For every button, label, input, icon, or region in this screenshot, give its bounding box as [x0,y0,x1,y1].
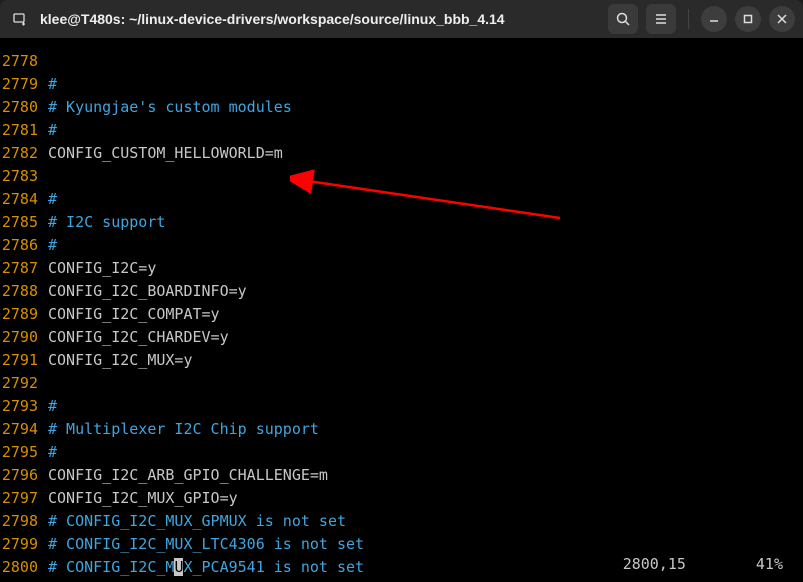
new-tab-icon [12,11,28,27]
line-number: 2796 [0,464,48,487]
line-number: 2800 [0,556,48,579]
line-content: # Multiplexer I2C Chip support [48,418,319,441]
new-tab-button[interactable] [8,7,32,31]
line-content: CONFIG_I2C_CHARDEV=y [48,326,229,349]
line-content: CONFIG_I2C_MUX=y [48,349,193,372]
line-content: # I2C support [48,211,165,234]
line-number: 2797 [0,487,48,510]
line-content: CONFIG_CUSTOM_HELLOWORLD=m [48,142,283,165]
code-line: 2782CONFIG_CUSTOM_HELLOWORLD=m [0,142,803,165]
separator [688,9,689,29]
line-number: 2783 [0,165,48,188]
line-number: 2792 [0,372,48,395]
code-line: 2792 [0,372,803,395]
code-line: 2779# [0,73,803,96]
code-line: 2783 [0,165,803,188]
minimize-button[interactable] [701,6,727,32]
line-number: 2791 [0,349,48,372]
line-number: 2778 [0,50,48,73]
close-icon [776,13,788,25]
line-number: 2794 [0,418,48,441]
code-line: 2797CONFIG_I2C_MUX_GPIO=y [0,487,803,510]
line-content: # CONFIG_I2C_MUX_LTC4306 is not set [48,533,364,556]
code-line: 2781# [0,119,803,142]
status-bar: 2800,15 41% [623,553,803,576]
close-button[interactable] [769,6,795,32]
code-line: 2795# [0,441,803,464]
title-bar: klee@T480s: ~/linux-device-drivers/works… [0,0,803,38]
search-button[interactable] [608,4,638,34]
maximize-icon [742,13,754,25]
line-content: CONFIG_I2C_MUX_GPIO=y [48,487,238,510]
line-content: CONFIG_I2C_ARB_GPIO_CHALLENGE=m [48,464,328,487]
line-content: # CONFIG_I2C_MUX_PCA9541 is not set [48,556,364,579]
line-content: # Kyungjae's custom modules [48,96,292,119]
editor-area[interactable]: 27782779#2780# Kyungjae's custom modules… [0,38,803,582]
menu-button[interactable] [646,4,676,34]
code-line: 2794# Multiplexer I2C Chip support [0,418,803,441]
code-line: 2780# Kyungjae's custom modules [0,96,803,119]
code-line: 2793# [0,395,803,418]
line-number: 2799 [0,533,48,556]
line-number: 2780 [0,96,48,119]
line-number: 2787 [0,257,48,280]
line-number: 2798 [0,510,48,533]
code-line: 2788CONFIG_I2C_BOARDINFO=y [0,280,803,303]
line-content: # CONFIG_I2C_MUX_GPMUX is not set [48,510,346,533]
minimize-icon [708,13,720,25]
line-content: CONFIG_I2C_COMPAT=y [48,303,220,326]
line-number: 2781 [0,119,48,142]
line-number: 2795 [0,441,48,464]
code-line: 2796CONFIG_I2C_ARB_GPIO_CHALLENGE=m [0,464,803,487]
line-content: # [48,234,57,257]
code-line: 2787CONFIG_I2C=y [0,257,803,280]
code-line: 2784# [0,188,803,211]
line-content: # [48,119,57,142]
search-icon [615,11,631,27]
code-line: 2785# I2C support [0,211,803,234]
window-title: klee@T480s: ~/linux-device-drivers/works… [40,11,505,27]
hamburger-icon [653,11,669,27]
code-line: 2798# CONFIG_I2C_MUX_GPMUX is not set [0,510,803,533]
line-content: # [48,395,57,418]
line-number: 2785 [0,211,48,234]
code-line: 2790CONFIG_I2C_CHARDEV=y [0,326,803,349]
line-number: 2782 [0,142,48,165]
cursor-position: 2800,15 [623,553,686,576]
code-line: 2791CONFIG_I2C_MUX=y [0,349,803,372]
code-line: 2789CONFIG_I2C_COMPAT=y [0,303,803,326]
line-content: # [48,73,57,96]
line-number: 2779 [0,73,48,96]
line-content: # [48,441,57,464]
code-line: 2786# [0,234,803,257]
line-number: 2790 [0,326,48,349]
scroll-percent: 41% [756,553,783,576]
line-content: CONFIG_I2C=y [48,257,156,280]
code-line: 2778 [0,50,803,73]
line-number: 2784 [0,188,48,211]
maximize-button[interactable] [735,6,761,32]
line-content: CONFIG_I2C_BOARDINFO=y [48,280,247,303]
line-number: 2793 [0,395,48,418]
line-number: 2786 [0,234,48,257]
line-content: # [48,188,57,211]
line-number: 2788 [0,280,48,303]
line-number: 2789 [0,303,48,326]
